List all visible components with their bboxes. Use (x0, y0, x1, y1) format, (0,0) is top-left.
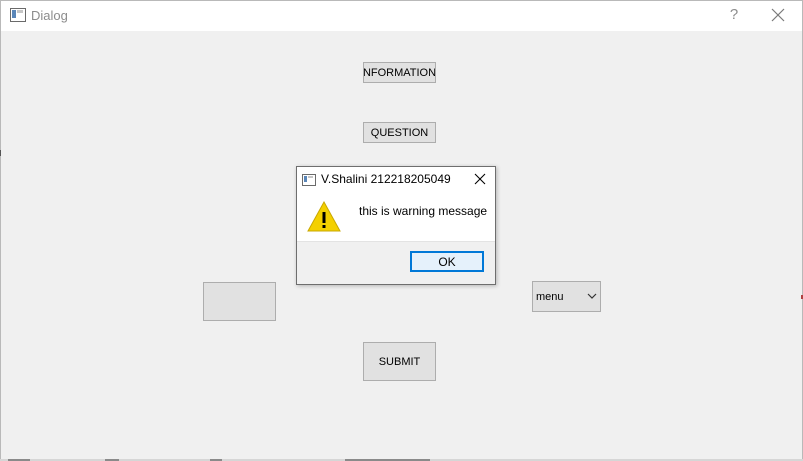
information-button[interactable]: NFORMATION (363, 62, 436, 83)
close-icon[interactable] (770, 7, 786, 23)
app-window-icon (302, 174, 316, 186)
warning-icon (307, 201, 341, 232)
message-box-footer: OK (297, 241, 495, 284)
close-icon[interactable] (474, 173, 486, 185)
chevron-down-icon (587, 293, 597, 299)
left-edge-artifact (0, 150, 1, 156)
question-button[interactable]: QUESTION (363, 122, 436, 143)
message-text: this is warning message (359, 204, 488, 218)
message-box-title-bar[interactable]: V.Shalini 212218205049 (297, 167, 495, 191)
submit-button[interactable]: SUBMIT (363, 342, 436, 381)
title-bar[interactable]: Dialog ? (1, 1, 802, 31)
unlabeled-button[interactable] (203, 282, 276, 321)
window-title: Dialog (31, 8, 68, 23)
combobox-selected-value: menu (536, 291, 564, 303)
help-icon[interactable]: ? (726, 6, 742, 24)
app-window-icon (10, 8, 26, 22)
ok-button[interactable]: OK (410, 251, 484, 272)
warning-message-box: V.Shalini 212218205049 this is warning m… (296, 166, 496, 285)
message-box-title: V.Shalini 212218205049 (321, 172, 451, 186)
message-box-body: this is warning message (297, 191, 495, 241)
menu-combobox[interactable]: menu (532, 281, 601, 312)
